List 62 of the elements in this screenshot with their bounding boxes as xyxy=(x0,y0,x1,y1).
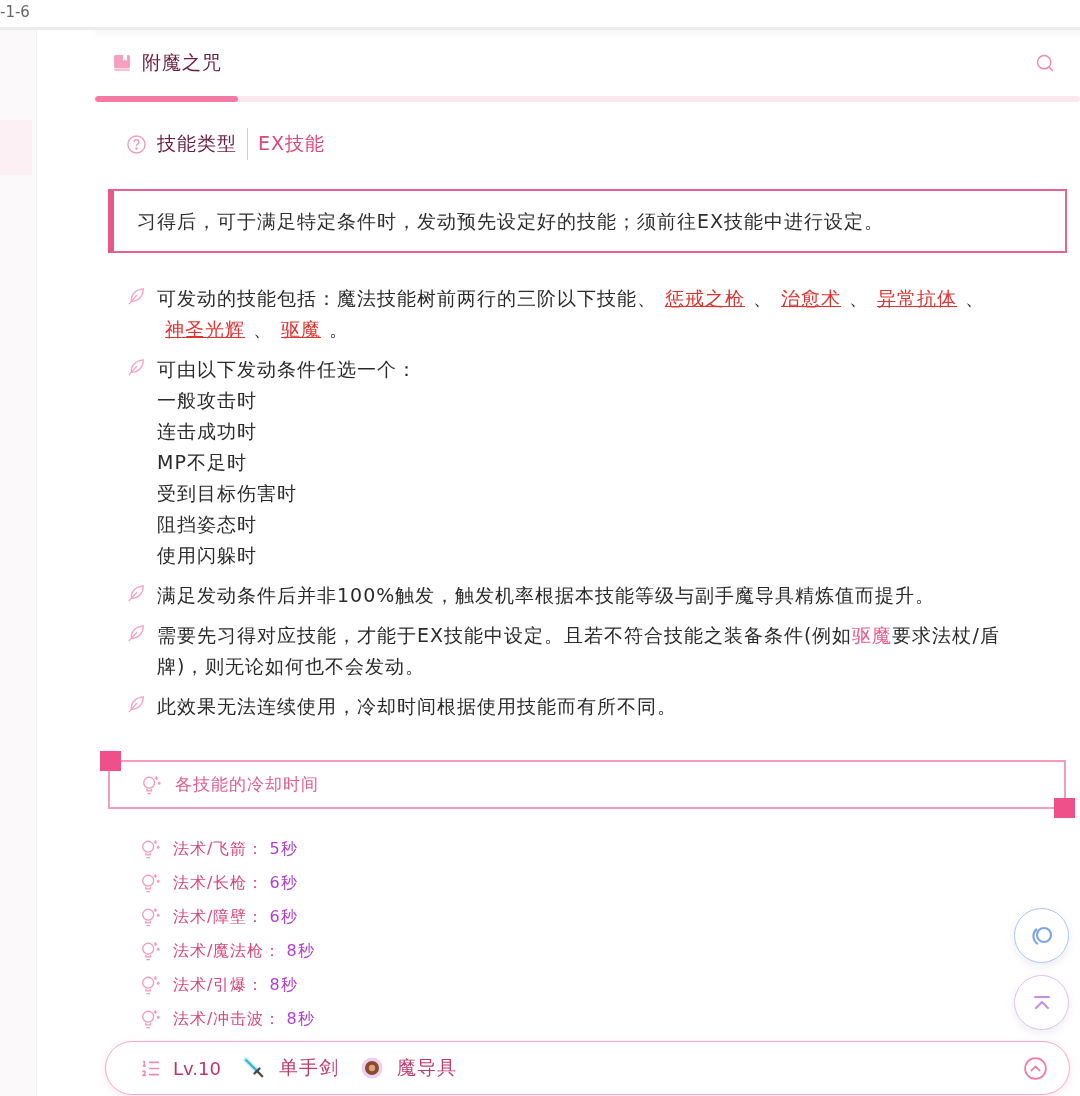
note-text: 需要先习得对应技能，才能于EX技能中设定。且若不符合技能之装备条件(例如驱魔要求法杖/盾牌)，则无论如何也不会发动。 xyxy=(157,623,1001,679)
spell-name: 法术/飞箭： xyxy=(173,838,265,860)
cooldown-time: 8秒 xyxy=(286,940,315,962)
spell-name: 法术/障壁： xyxy=(173,906,265,928)
equipment-label: 单手剑 xyxy=(278,1055,339,1080)
spell-name: 法术/长枪： xyxy=(173,872,265,894)
condition-text: 受到目标伤害时 xyxy=(157,481,297,506)
condition-text: 一般攻击时 xyxy=(157,388,257,413)
condition-text: MP不足时 xyxy=(157,450,247,475)
summary-text: 习得后，可于满足特定条件时，发动预先设定好的技能；须前往EX技能中进行设定。 xyxy=(108,189,1067,253)
skill-link[interactable]: 治愈术 xyxy=(781,287,841,309)
expand-button[interactable] xyxy=(1023,1055,1048,1081)
condition-text: 使用闪躲时 xyxy=(157,543,257,568)
float-button[interactable] xyxy=(1014,908,1069,963)
cooldown-time: 6秒 xyxy=(269,906,298,928)
cooldown-time: 5秒 xyxy=(269,838,298,860)
note-text: 此效果无法连续使用，冷却时间根据使用技能而有所不同。 xyxy=(157,694,678,719)
lightbulb-icon xyxy=(140,1009,160,1029)
lightbulb-icon xyxy=(140,941,160,961)
note-text: 可发动的技能包括：魔法技能树前两行的三阶以下技能、 惩戒之枪 、 治愈术 、 异常抗体 、 神圣光辉 、 驱魔 。 xyxy=(157,286,986,342)
leaf-icon xyxy=(127,358,145,376)
search-icon xyxy=(1035,53,1055,73)
corner-marker xyxy=(1054,798,1075,818)
lightbulb-icon xyxy=(140,907,160,927)
condition-text: 阻挡姿态时 xyxy=(157,512,257,537)
skill-link[interactable]: 惩戒之枪 xyxy=(665,287,745,309)
rings-icon xyxy=(1029,924,1054,947)
condition-text: 连击成功时 xyxy=(157,419,257,444)
lightbulb-icon xyxy=(140,975,160,995)
spell-name: 法术/冲击波： xyxy=(173,1008,282,1030)
lightbulb-icon xyxy=(141,774,161,795)
skill-link[interactable]: 神圣光辉 xyxy=(165,318,245,340)
cooldown-time: 6秒 xyxy=(269,872,298,894)
chevron-up-icon xyxy=(1023,1055,1048,1081)
leaf-icon xyxy=(127,695,145,713)
skill-type-label: 技能类型 xyxy=(157,131,237,156)
help-icon xyxy=(127,134,146,154)
skill-type-value: EX技能 xyxy=(258,131,326,156)
spell-name: 法术/魔法枪： xyxy=(173,940,282,962)
cooldown-heading: 各技能的冷却时间 xyxy=(175,773,319,796)
leaf-icon xyxy=(127,584,145,602)
note-text: 满足发动条件后并非100%触发，触发机率根据本技能等级与副手魔导具精炼值而提升。 xyxy=(157,583,937,608)
lightbulb-icon xyxy=(140,873,160,893)
leaf-icon xyxy=(127,624,145,642)
spell-name: 法术/引爆： xyxy=(173,974,265,996)
cooldown-time: 8秒 xyxy=(269,974,298,996)
page-title: 附魔之咒 xyxy=(142,50,222,75)
cooldown-time: 8秒 xyxy=(286,1008,315,1030)
book-icon xyxy=(113,54,131,72)
sword-icon xyxy=(242,1057,265,1079)
note-text: 可由以下发动条件任选一个： xyxy=(157,357,418,382)
leaf-icon xyxy=(127,287,145,305)
corner-marker xyxy=(100,751,121,771)
lightbulb-icon xyxy=(140,839,160,859)
tab-title: -1-6 xyxy=(0,3,30,21)
back-to-top-button[interactable] xyxy=(1014,975,1069,1030)
skill-link[interactable]: 驱魔 xyxy=(281,318,321,340)
search-button[interactable] xyxy=(1035,53,1055,73)
orb-icon xyxy=(360,1057,383,1079)
equipment-label: 魔导具 xyxy=(396,1055,457,1080)
level-text: Lv.10 xyxy=(173,1057,221,1079)
skill-link[interactable]: 异常抗体 xyxy=(877,287,957,309)
